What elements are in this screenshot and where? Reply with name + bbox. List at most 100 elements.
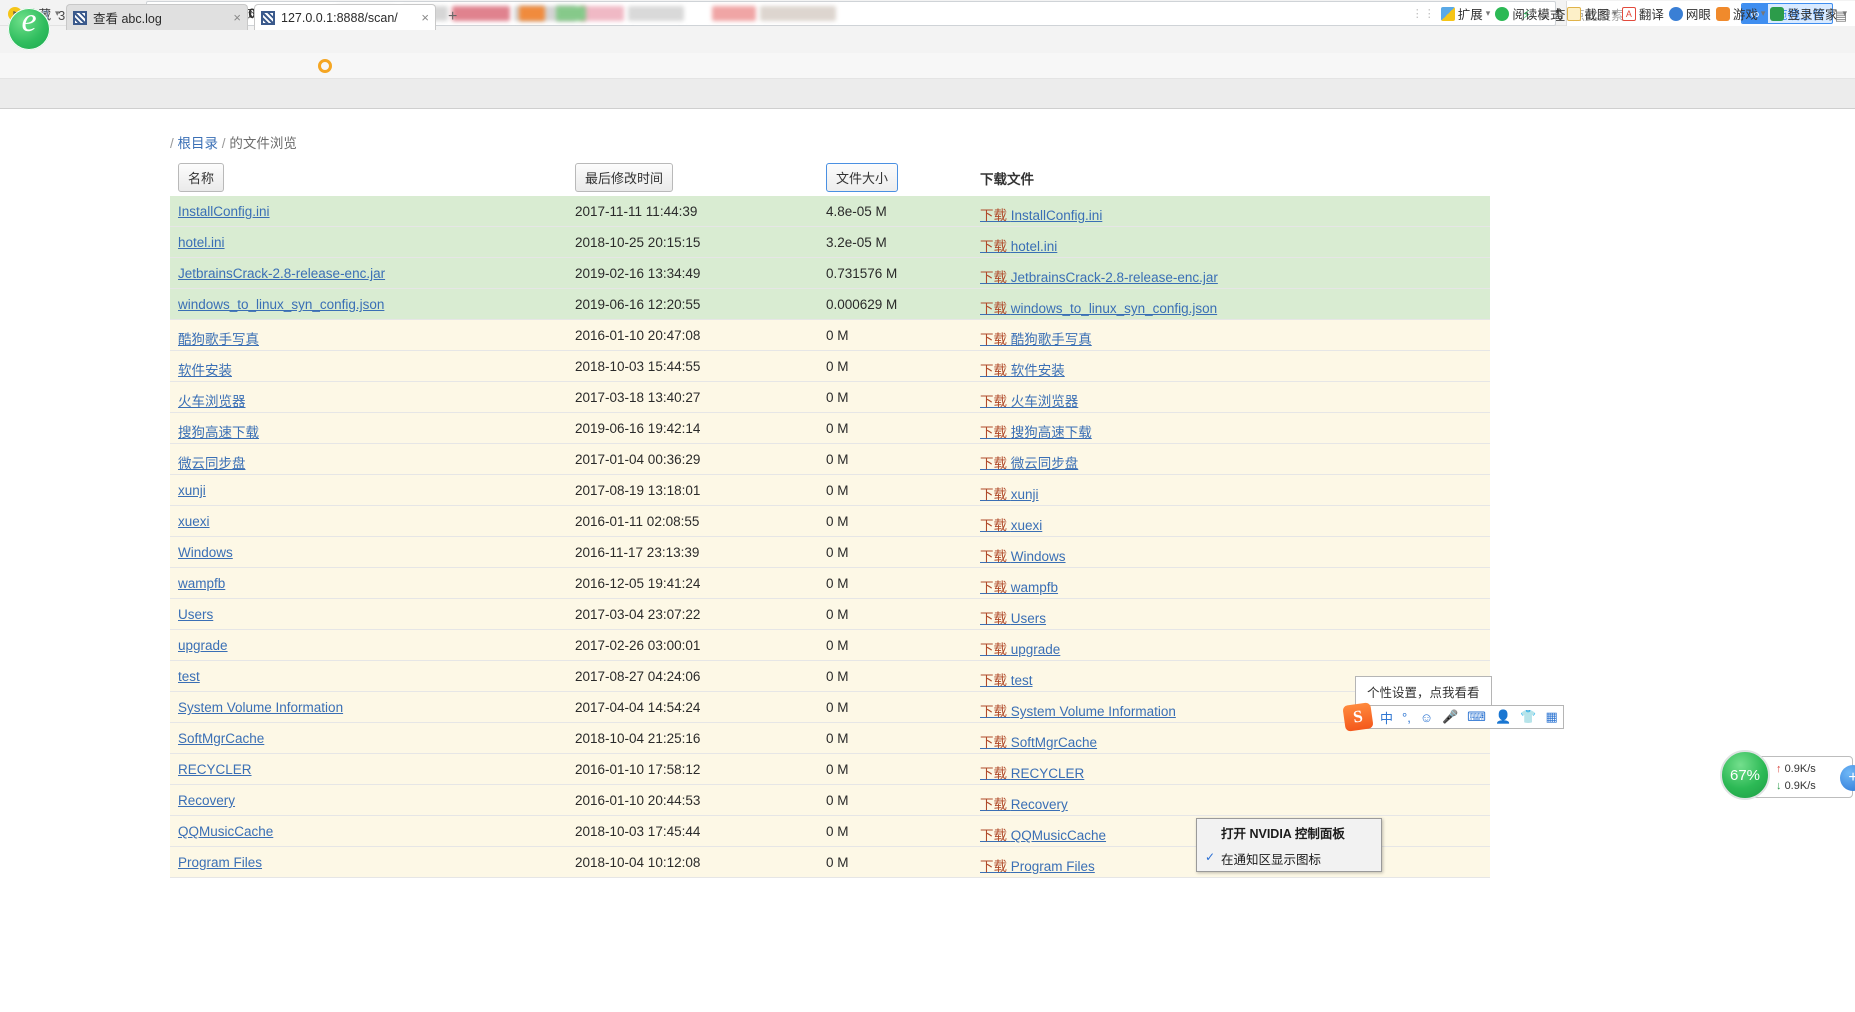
- file-name-link[interactable]: 酷狗歌手写真: [178, 328, 259, 348]
- chevron-down-icon[interactable]: ▾: [1612, 8, 1617, 19]
- download-link[interactable]: 下载 xuexi: [980, 514, 1042, 534]
- download-link[interactable]: 下载 酷狗歌手写真: [980, 328, 1092, 348]
- login-manager-button[interactable]: 登录管家: [1770, 4, 1837, 23]
- games-button[interactable]: 游戏 ▾: [1716, 4, 1766, 23]
- file-name-link[interactable]: 火车浏览器: [178, 390, 246, 410]
- table-row[interactable]: xunji2017-08-19 13:18:010 M下载 xunji: [170, 475, 1490, 506]
- file-name-link[interactable]: InstallConfig.ini: [178, 204, 270, 219]
- table-row[interactable]: hotel.ini2018-10-25 20:15:153.2e-05 M下载 …: [170, 227, 1490, 258]
- table-row[interactable]: 软件安装2018-10-03 15:44:550 M下载 软件安装: [170, 351, 1490, 382]
- add-widget-button[interactable]: +: [1840, 765, 1855, 791]
- download-link[interactable]: 下载 wampfb: [980, 576, 1058, 596]
- skin-icon[interactable]: 👕: [1520, 709, 1536, 725]
- table-row[interactable]: RECYCLER2016-01-10 17:58:120 M下载 RECYCLE…: [170, 754, 1490, 785]
- file-name-link[interactable]: windows_to_linux_syn_config.json: [178, 297, 384, 312]
- table-row[interactable]: SoftMgrCache2018-10-04 21:25:160 M下载 Sof…: [170, 723, 1490, 754]
- file-name-link[interactable]: SoftMgrCache: [178, 731, 264, 746]
- bookmark-blurred[interactable]: [556, 6, 586, 21]
- table-row[interactable]: windows_to_linux_syn_config.json2019-06-…: [170, 289, 1490, 320]
- sogou-ime-bar[interactable]: S 中 °, ☺ 🎤 ⌨ 👤 👕 ▦: [1353, 705, 1564, 729]
- download-link[interactable]: 下载 Windows: [980, 545, 1066, 565]
- table-row[interactable]: InstallConfig.ini2017-11-11 11:44:394.8e…: [170, 196, 1490, 227]
- download-link[interactable]: 下载 Recovery: [980, 793, 1068, 813]
- download-link[interactable]: 下载 搜狗高速下载: [980, 421, 1092, 441]
- table-row[interactable]: Recovery2016-01-10 20:44:530 M下载 Recover…: [170, 785, 1490, 816]
- table-row[interactable]: 微云同步盘2017-01-04 00:36:290 M下载 微云同步盘: [170, 444, 1490, 475]
- file-name-link[interactable]: xuexi: [178, 514, 210, 529]
- download-link[interactable]: 下载 xunji: [980, 483, 1039, 503]
- file-name-link[interactable]: Program Files: [178, 855, 262, 870]
- file-name-link[interactable]: Users: [178, 607, 213, 622]
- user-icon[interactable]: 👤: [1495, 709, 1511, 725]
- download-link[interactable]: 下载 Users: [980, 607, 1046, 627]
- context-menu-item-show-tray-icon[interactable]: ✓ 在通知区显示图标: [1197, 845, 1381, 871]
- file-name-link[interactable]: System Volume Information: [178, 700, 343, 715]
- file-name-link[interactable]: test: [178, 669, 200, 684]
- tab-scan[interactable]: 127.0.0.1:8888/scan/ ×: [254, 4, 436, 30]
- file-name-link[interactable]: upgrade: [178, 638, 228, 653]
- table-row[interactable]: test2017-08-27 04:24:060 M下载 test: [170, 661, 1490, 692]
- chevron-down-icon[interactable]: ▾: [55, 8, 60, 19]
- breadcrumb-root-link[interactable]: 根目录: [178, 136, 219, 151]
- table-row[interactable]: wampfb2016-12-05 19:41:240 M下载 wampfb: [170, 568, 1490, 599]
- bookmark-blurred[interactable]: [628, 6, 684, 21]
- voice-input-icon[interactable]: 🎤: [1442, 709, 1458, 725]
- download-link[interactable]: 下载 SoftMgrCache: [980, 731, 1097, 751]
- table-row[interactable]: JetbrainsCrack-2.8-release-enc.jar2019-0…: [170, 258, 1490, 289]
- keyboard-icon[interactable]: ⌨: [1467, 709, 1486, 725]
- file-name-link[interactable]: Recovery: [178, 793, 235, 808]
- download-link[interactable]: 下载 InstallConfig.ini: [980, 204, 1102, 224]
- sort-by-size-button[interactable]: 文件大小: [826, 163, 898, 192]
- file-name-link[interactable]: xunji: [178, 483, 206, 498]
- bookmark-blurred[interactable]: [452, 6, 510, 21]
- download-link[interactable]: 下载 RECYCLER: [980, 762, 1084, 782]
- file-name-link[interactable]: RECYCLER: [178, 762, 252, 777]
- table-row[interactable]: Windows2016-11-17 23:13:390 M下载 Windows: [170, 537, 1490, 568]
- download-link[interactable]: 下载 hotel.ini: [980, 235, 1057, 255]
- table-row[interactable]: xuexi2016-01-11 02:08:550 M下载 xuexi: [170, 506, 1490, 537]
- punctuation-icon[interactable]: °,: [1402, 710, 1411, 725]
- file-name-link[interactable]: 微云同步盘: [178, 452, 246, 472]
- sogou-logo-icon[interactable]: S: [1342, 702, 1373, 732]
- reading-mode-button[interactable]: 阅读模式: [1495, 4, 1562, 23]
- file-name-link[interactable]: Windows: [178, 545, 233, 560]
- close-icon[interactable]: ×: [407, 10, 429, 25]
- bookmark-blurred[interactable]: [760, 6, 836, 21]
- speed-percent-badge[interactable]: 67%: [1720, 750, 1770, 800]
- tab-abc-log[interactable]: 查看 abc.log ×: [66, 4, 248, 30]
- download-link[interactable]: 下载 test: [980, 669, 1033, 689]
- download-link[interactable]: 下载 windows_to_linux_syn_config.json: [980, 297, 1217, 317]
- chinese-mode-icon[interactable]: 中: [1380, 708, 1393, 727]
- extension-manager-button[interactable]: 扩展 ▾: [1441, 4, 1491, 23]
- sort-by-name-button[interactable]: 名称: [178, 163, 224, 192]
- file-name-link[interactable]: JetbrainsCrack-2.8-release-enc.jar: [178, 266, 385, 281]
- file-name-link[interactable]: QQMusicCache: [178, 824, 273, 839]
- drag-handle-icon[interactable]: ⋮⋮: [1412, 7, 1436, 20]
- download-link[interactable]: 下载 System Volume Information: [980, 700, 1176, 720]
- file-name-link[interactable]: wampfb: [178, 576, 225, 591]
- bookmark-blurred[interactable]: [580, 6, 624, 21]
- close-icon[interactable]: ×: [219, 10, 241, 25]
- bookmark-blurred[interactable]: [712, 6, 756, 21]
- file-name-link[interactable]: 搜狗高速下载: [178, 421, 259, 441]
- context-menu-item-open-nvidia-panel[interactable]: 打开 NVIDIA 控制面板: [1197, 819, 1381, 845]
- table-row[interactable]: Users2017-03-04 23:07:220 M下载 Users: [170, 599, 1490, 630]
- tab-list-icon[interactable]: ▤: [1835, 8, 1847, 24]
- screenshot-button[interactable]: 截图 ▾: [1567, 4, 1617, 23]
- table-row[interactable]: System Volume Information2017-04-04 14:5…: [170, 692, 1490, 723]
- table-row[interactable]: 酷狗歌手写真2016-01-10 20:47:080 M下载 酷狗歌手写真: [170, 320, 1490, 351]
- emoji-icon[interactable]: ☺: [1420, 710, 1433, 725]
- table-row[interactable]: 搜狗高速下载2019-06-16 19:42:140 M下载 搜狗高速下载: [170, 413, 1490, 444]
- download-link[interactable]: 下载 软件安装: [980, 359, 1065, 379]
- download-link[interactable]: 下载 JetbrainsCrack-2.8-release-enc.jar: [980, 266, 1218, 286]
- toolbox-icon[interactable]: ▦: [1545, 709, 1557, 725]
- chevron-down-icon[interactable]: ▾: [1486, 8, 1491, 19]
- table-row[interactable]: 火车浏览器2017-03-18 13:40:270 M下载 火车浏览器: [170, 382, 1490, 413]
- new-tab-button[interactable]: +: [448, 8, 457, 26]
- download-link[interactable]: 下载 火车浏览器: [980, 390, 1078, 410]
- translate-button[interactable]: A 翻译: [1622, 4, 1664, 23]
- download-link[interactable]: 下载 微云同步盘: [980, 452, 1078, 472]
- download-link[interactable]: 下载 upgrade: [980, 638, 1060, 658]
- download-link[interactable]: 下载 QQMusicCache: [980, 824, 1106, 844]
- network-speed-widget[interactable]: 67% ↑ 0.9K/s ↓ 0.9K/s +: [1743, 756, 1853, 798]
